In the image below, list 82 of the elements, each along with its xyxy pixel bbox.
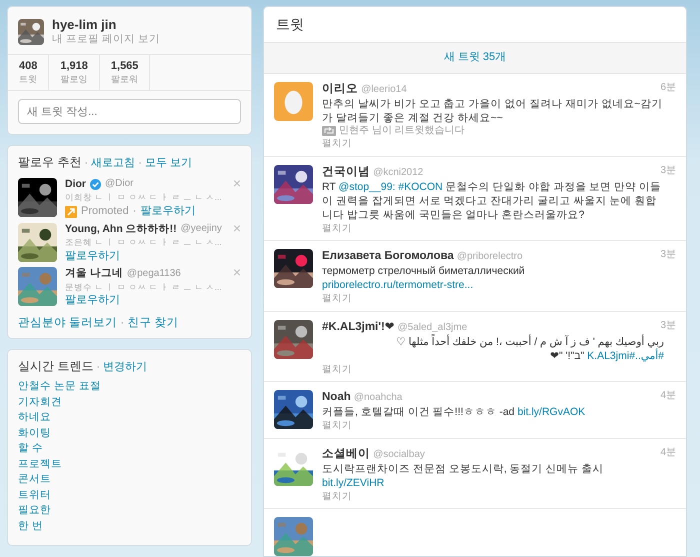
trend-link[interactable]: 트위터 <box>18 488 51 502</box>
follow-link[interactable]: 팔로우하기 <box>65 250 120 264</box>
trend-link[interactable]: 화이팅 <box>18 426 51 440</box>
trend-link[interactable]: 한 번 <box>18 520 43 533</box>
expand-link[interactable]: 펼치기 <box>322 420 352 432</box>
separator-dot: · <box>120 317 124 329</box>
header-link[interactable]: 새로고침 <box>91 157 136 170</box>
user-handle: @noahcha <box>354 392 402 404</box>
header-link[interactable]: 모두 보기 <box>144 157 192 170</box>
tweet-text: 커플들, 호텔갈때 이건 필수!!!ㅎㅎㅎ -ad bit.ly/RGvAOK <box>322 405 586 419</box>
user-name[interactable]: 소셜베이 <box>322 448 370 460</box>
separator-dot: · <box>96 361 100 374</box>
section-title: 팔로우 추천 <box>18 155 82 170</box>
stat-link[interactable]: 1,565 팔로워 <box>100 55 150 90</box>
follow-link[interactable]: 팔로우하기 <box>140 205 196 219</box>
header-link[interactable]: 변경하기 <box>103 361 148 374</box>
tweet-time: 6분 <box>660 82 676 94</box>
trend-link[interactable]: 할 수 <box>18 442 43 456</box>
trend-link[interactable]: 기자회견 <box>18 396 62 409</box>
header-link[interactable]: 관심분야 둘러보기 <box>18 317 118 329</box>
user-handle: @kcni2012 <box>373 166 424 178</box>
egg-avatar-icon[interactable] <box>274 82 313 121</box>
tweet-link[interactable]: #أمي..#K.AL3jmi <box>587 350 664 362</box>
section-title: 실시간 트렌드 <box>18 359 94 374</box>
header-link[interactable]: 친구 찾기 <box>127 317 179 329</box>
user-hint: 조은혜 ㄴ ㅣ ㅁ ㅇㅆ ㄷ ㅏ ㄹ ㅡ ㄴ ㅅ... <box>65 236 222 249</box>
stat-link[interactable]: 1,918 팔로잉 <box>49 55 100 90</box>
user-handle: @Dior <box>105 178 134 191</box>
compose-field[interactable]: 새 트윗 작성... <box>18 99 241 124</box>
user-name[interactable]: Dior <box>65 178 86 192</box>
user-name[interactable]: Young, Ahn 으하하하!! <box>65 222 177 236</box>
user-handle: @5aled_al3jme <box>398 322 468 333</box>
expand-link[interactable]: 펼치기 <box>322 490 352 502</box>
tweet-text: 만추의 날씨가 비가 오고 춥고 가을이 없어 질려나 재미가 없네요~감기가 달려들기 좋은 계절 건강 하세요~~ <box>322 96 664 124</box>
tweet-time: 3분 <box>660 320 676 332</box>
separator-dot: · <box>84 157 88 170</box>
promoted-icon <box>65 206 77 218</box>
stat-link[interactable]: 408 트윗 <box>8 55 50 90</box>
tweet-text: RT @stop__99: #KOCON 문철수의 단일화 야합 과정을 보면 만약 이들이 권력을 잡게되면 서로 먹겠다고 잔대가리 굴리고 싸울지 눈에 훤합니다 밥그릇 싸움에 국민들은 얼마나 혼란스러울까요? <box>322 180 662 222</box>
user-hint: 문병수 ㄴ ㅣ ㅁ ㅇㅆ ㄷ ㅏ ㄹ ㅡ ㄴ ㅅ... <box>65 282 222 294</box>
user-name[interactable]: 겨울 나그네 <box>65 267 123 280</box>
trend-link[interactable]: 안철수 논문 표절 <box>18 380 101 394</box>
tweet-time: 3분 <box>660 164 676 178</box>
user-name[interactable]: Noah <box>322 391 351 404</box>
user-name[interactable]: 건국이념 <box>322 166 370 178</box>
tweet-time: 3분 <box>660 249 676 262</box>
user-handle: @yeejiny <box>180 223 222 236</box>
tweet-text: 도시락프랜차이즈 전문점 오봉도시락, 동절기 신메뉴 출시 bit.ly/ZEViHR <box>322 462 605 490</box>
profile-name[interactable]: hye-lim jin <box>52 17 160 34</box>
user-handle: @priborelectro <box>456 251 523 262</box>
expand-link[interactable]: 펼치기 <box>322 364 352 376</box>
user-name[interactable]: #K.AL3jmi'!❤ <box>322 320 394 333</box>
follow-link[interactable]: 팔로우하기 <box>65 294 120 308</box>
user-handle: @leerio14 <box>361 84 407 95</box>
expand-link[interactable]: 펼치기 <box>322 222 352 234</box>
tweet-link[interactable]: @stop__99: <box>338 180 396 192</box>
new-tweets-bar[interactable]: 새 트윗 35개 <box>264 43 686 74</box>
trend-link[interactable]: 콘서트 <box>18 473 51 486</box>
tweet-text: ربي أوصيك بهم ' ف ز آ ش م / أحببت ،! من خلفك أحداً مثلها ♡ #أمي..#K.AL3jmi "ב"!' "❤ <box>395 334 665 362</box>
tweet-text: термометр стрелочный биметаллический priborelectro.ru/termometr-stre... <box>322 264 526 292</box>
separator-dot: · <box>138 157 142 170</box>
tweet-link[interactable]: priborelectro.ru/termometr-stre... <box>322 279 474 291</box>
tweet-link[interactable]: bit.ly/RGvAOK <box>517 406 586 418</box>
trend-link[interactable]: 하네요 <box>18 411 51 424</box>
user-handle: @socialbay <box>373 448 425 460</box>
profile-link[interactable]: 내 프로필 페이지 보기 <box>52 33 160 46</box>
expand-link[interactable]: 펼치기 <box>322 138 352 150</box>
user-name[interactable]: 이리오 <box>322 82 358 95</box>
trend-link[interactable]: 필요한 <box>18 504 51 518</box>
expand-link[interactable]: 펼치기 <box>322 293 352 305</box>
retweet-icon <box>322 126 336 136</box>
separator-dot: · <box>132 205 136 219</box>
tweet-time: 4분 <box>660 446 676 460</box>
user-handle: @pega1136 <box>126 268 181 280</box>
promoted-label: Promoted <box>81 205 129 219</box>
user-name[interactable]: Елизавета Богомолова <box>322 250 454 262</box>
trend-link[interactable]: 프로젝트 <box>18 458 62 471</box>
retweet-note: 민현주 님이 리트윗했습니다 <box>339 124 465 137</box>
tweet-time: 4분 <box>660 390 676 403</box>
tweet-link[interactable]: bit.ly/ZEViHR <box>322 476 384 488</box>
user-hint: 이희창 ㄴ ㅣ ㅁ ㅇㅆ ㄷ ㅏ ㄹ ㅡ ㄴ ㅅ... <box>65 192 222 204</box>
tweet-link[interactable]: #KOCON <box>398 180 443 192</box>
